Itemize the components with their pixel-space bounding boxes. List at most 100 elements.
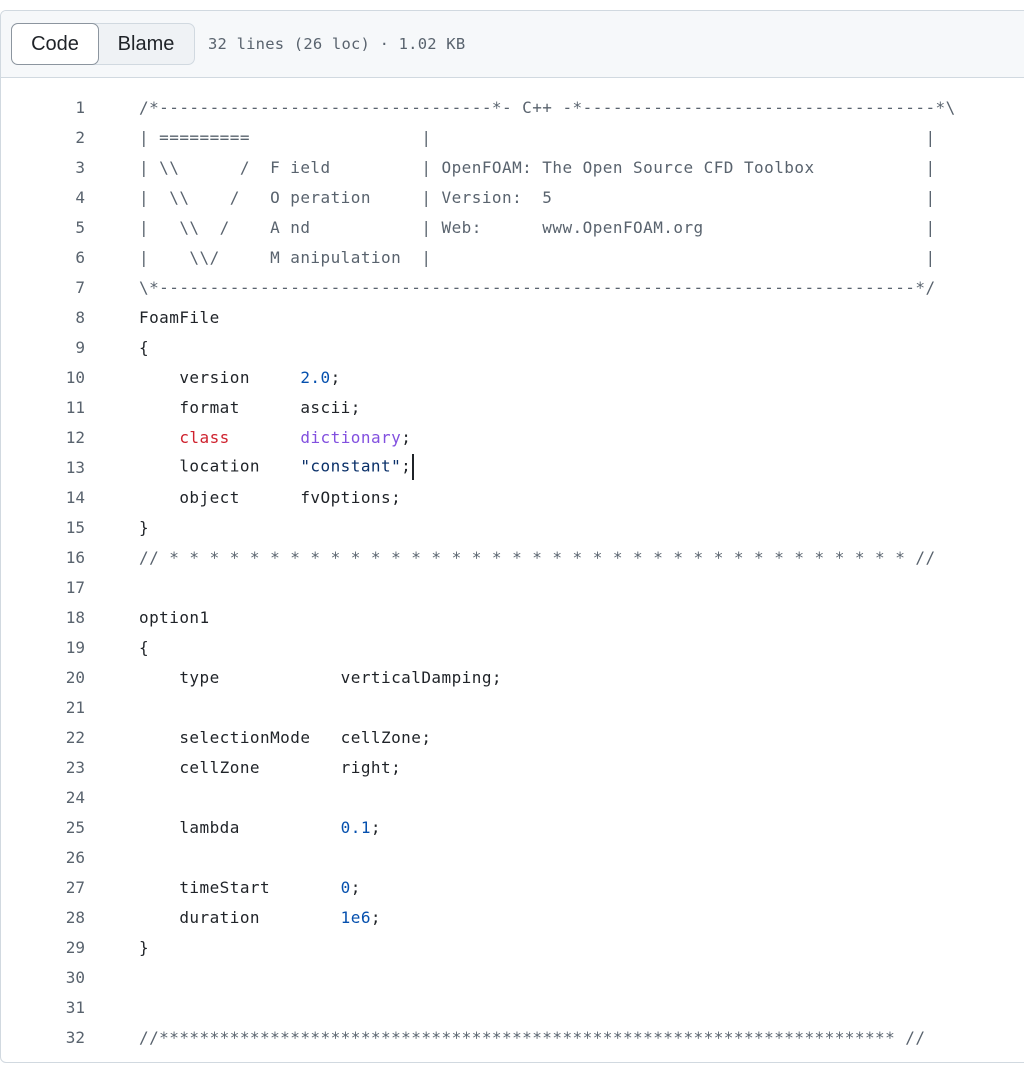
line-number[interactable]: 10 (1, 368, 85, 387)
line-number[interactable]: 26 (1, 848, 85, 867)
code-token: selectionMode cellZone; (139, 727, 432, 747)
code-token: { (139, 637, 150, 657)
code-token: | \\ / A nd | Web: www.OpenFOAM.org | (139, 217, 936, 237)
line-number[interactable]: 6 (1, 248, 85, 267)
code-line: 2 | ========= | | (1, 122, 1024, 152)
code-token: 0.1 (340, 817, 371, 837)
line-number[interactable]: 7 (1, 278, 85, 297)
line-number[interactable]: 4 (1, 188, 85, 207)
code-token: class (179, 427, 230, 447)
line-number[interactable]: 3 (1, 158, 85, 177)
code-line: 22 selectionMode cellZone; (1, 722, 1024, 752)
code-text: \*--------------------------------------… (139, 278, 936, 297)
code-text: timeStart 0; (139, 878, 361, 897)
code-text: { (139, 338, 149, 357)
line-number[interactable]: 18 (1, 608, 85, 627)
line-number[interactable]: 8 (1, 308, 85, 327)
code-line: 20 type verticalDamping; (1, 662, 1024, 692)
code-button[interactable]: Code (11, 23, 99, 65)
line-number[interactable]: 17 (1, 578, 85, 597)
code-token: 2.0 (300, 367, 331, 387)
line-number[interactable]: 9 (1, 338, 85, 357)
code-token: location (139, 456, 301, 476)
code-line: 1 /*---------------------------------*- C… (1, 92, 1024, 122)
code-token: option1 (139, 607, 210, 627)
code-token: //**************************************… (139, 1027, 926, 1047)
code-line: 18 option1 (1, 602, 1024, 632)
code-text: FoamFile (139, 308, 220, 327)
line-number[interactable]: 2 (1, 128, 85, 147)
line-number[interactable]: 25 (1, 818, 85, 837)
code-line: 6 | \\/ M anipulation | | (1, 242, 1024, 272)
line-number[interactable]: 31 (1, 998, 85, 1017)
code-line: 31 (1, 992, 1024, 1022)
code-area[interactable]: 1 /*---------------------------------*- C… (1, 78, 1024, 1052)
code-line: 5 | \\ / A nd | Web: www.OpenFOAM.org | (1, 212, 1024, 242)
code-token: 0 (340, 877, 351, 897)
code-line: 16 // * * * * * * * * * * * * * * * * * *… (1, 542, 1024, 572)
code-line: 26 (1, 842, 1024, 872)
line-number[interactable]: 32 (1, 1028, 85, 1047)
file-viewer: Code Blame 32 lines (26 loc) · 1.02 KB 1… (0, 10, 1024, 1063)
code-line: 21 (1, 692, 1024, 722)
line-number[interactable]: 23 (1, 758, 85, 777)
code-text: option1 (139, 608, 210, 627)
file-info: 32 lines (26 loc) · 1.02 KB (208, 35, 466, 53)
code-text: duration 1e6; (139, 908, 381, 927)
line-number[interactable]: 15 (1, 518, 85, 537)
code-token: dictionary (300, 427, 402, 447)
code-text: | \\ / A nd | Web: www.OpenFOAM.org | (139, 218, 936, 237)
line-number[interactable]: 1 (1, 98, 85, 117)
line-number[interactable]: 28 (1, 908, 85, 927)
code-line: 13 location "constant"; (1, 452, 1024, 482)
code-text: //**************************************… (139, 1028, 925, 1047)
code-text: { (139, 638, 149, 657)
line-number[interactable]: 13 (1, 458, 85, 477)
code-text: type verticalDamping; (139, 668, 502, 687)
code-token: ; (370, 817, 381, 837)
code-line: 32 //************************************… (1, 1022, 1024, 1052)
code-token: ; (350, 877, 361, 897)
code-text: selectionMode cellZone; (139, 728, 431, 747)
text-cursor (412, 454, 415, 480)
code-token: object fvOptions; (139, 487, 402, 507)
line-number[interactable]: 20 (1, 668, 85, 687)
line-number[interactable]: 22 (1, 728, 85, 747)
line-number[interactable]: 27 (1, 878, 85, 897)
code-token: | \\ / F ield | OpenFOAM: The Open Sourc… (139, 157, 936, 177)
code-line: 23 cellZone right; (1, 752, 1024, 782)
code-token: /*---------------------------------*- C+… (139, 97, 956, 117)
code-text: } (139, 938, 149, 957)
file-header: Code Blame 32 lines (26 loc) · 1.02 KB (1, 11, 1024, 78)
code-text: lambda 0.1; (139, 818, 381, 837)
code-line: 3 | \\ / F ield | OpenFOAM: The Open Sour… (1, 152, 1024, 182)
code-line: 25 lambda 0.1; (1, 812, 1024, 842)
code-text: | ========= | | (139, 128, 936, 147)
code-line: 27 timeStart 0; (1, 872, 1024, 902)
code-line: 24 (1, 782, 1024, 812)
line-number[interactable]: 29 (1, 938, 85, 957)
code-line: 11 format ascii; (1, 392, 1024, 422)
line-number[interactable]: 30 (1, 968, 85, 987)
code-token: // * * * * * * * * * * * * * * * * * * *… (139, 547, 936, 567)
code-token: } (139, 517, 150, 537)
code-text: object fvOptions; (139, 488, 401, 507)
code-text: // * * * * * * * * * * * * * * * * * * *… (139, 548, 936, 567)
blame-button[interactable]: Blame (98, 24, 194, 64)
code-line: 9{ (1, 332, 1024, 362)
code-line: 30 (1, 962, 1024, 992)
line-number[interactable]: 11 (1, 398, 85, 417)
line-number[interactable]: 5 (1, 218, 85, 237)
line-number[interactable]: 14 (1, 488, 85, 507)
line-number[interactable]: 24 (1, 788, 85, 807)
line-number[interactable]: 12 (1, 428, 85, 447)
code-text: format ascii; (139, 398, 361, 417)
view-mode-toggle: Code Blame (11, 23, 195, 65)
line-number[interactable]: 21 (1, 698, 85, 717)
line-number[interactable]: 16 (1, 548, 85, 567)
code-token: format ascii; (139, 397, 361, 417)
code-token: version (139, 367, 301, 387)
line-number[interactable]: 19 (1, 638, 85, 657)
code-line: 19 { (1, 632, 1024, 662)
